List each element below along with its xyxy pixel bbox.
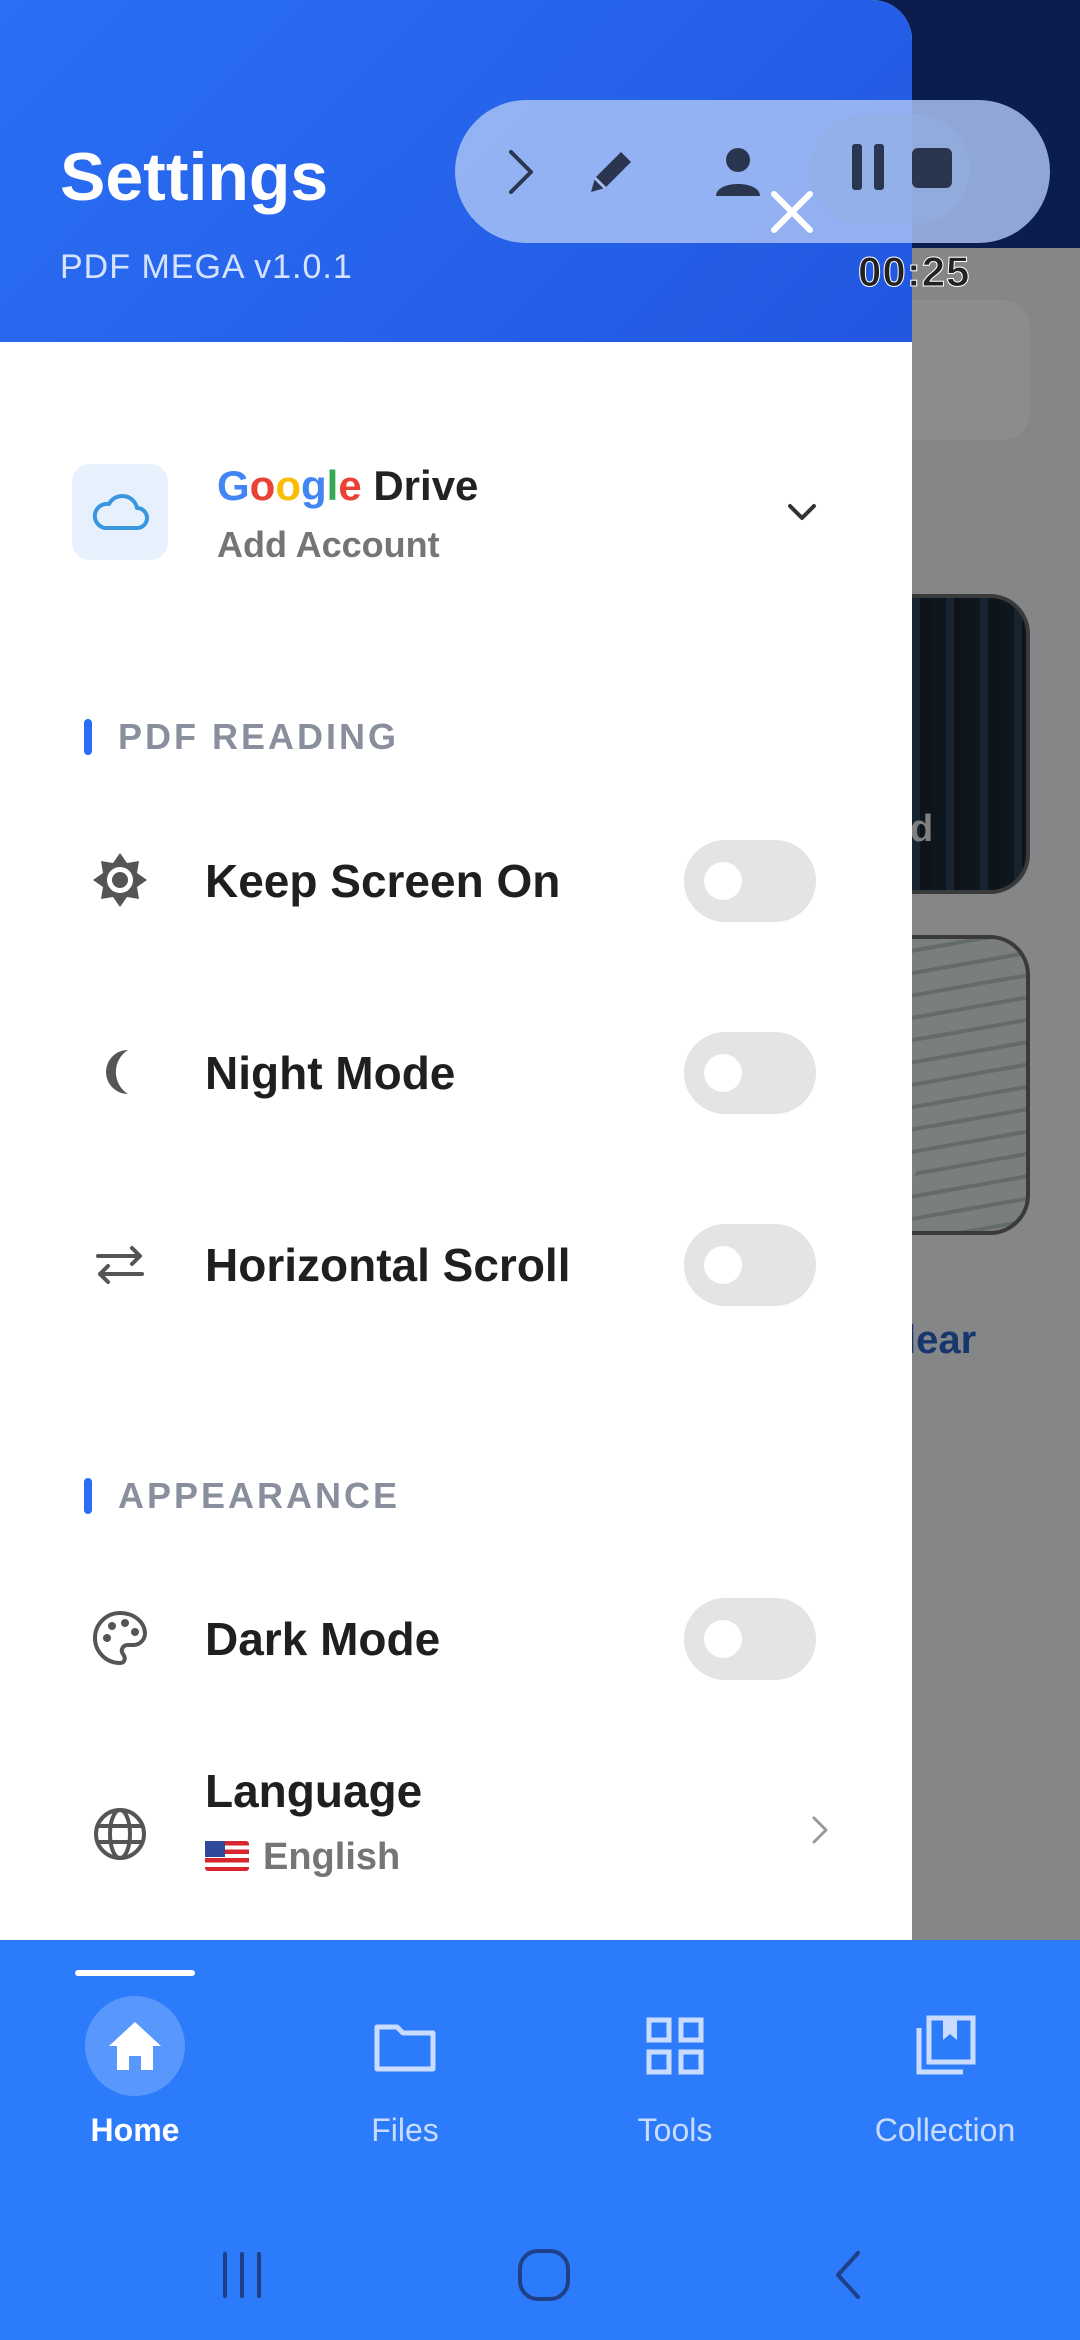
setting-horizontal-scroll[interactable]: Horizontal Scroll	[0, 1204, 912, 1324]
globe-icon	[90, 1804, 150, 1864]
moon-icon	[90, 1042, 150, 1102]
nav-label: Tools	[637, 2112, 713, 2148]
chevron-right-icon	[806, 1810, 836, 1850]
active-tab-indicator	[75, 1970, 195, 1976]
nav-tools[interactable]: Tools	[540, 1990, 810, 2160]
toggle-knob	[704, 1620, 742, 1658]
nav-label: Collection	[874, 2112, 1016, 2148]
section-accent-bar	[84, 719, 92, 755]
cloud-icon	[72, 464, 168, 560]
grid-icon	[625, 1996, 725, 2096]
setting-language[interactable]: Language	[0, 1764, 912, 1904]
setting-label: Keep Screen On	[205, 855, 561, 907]
back-button[interactable]	[808, 2240, 888, 2310]
bookmark-collection-icon	[895, 1996, 995, 2096]
swap-horizontal-icon	[90, 1234, 150, 1294]
chevron-right-icon[interactable]	[485, 136, 557, 208]
night-mode-toggle[interactable]	[684, 1032, 816, 1114]
setting-label: Language	[205, 1765, 423, 1817]
close-icon[interactable]	[762, 182, 822, 242]
nav-home[interactable]: Home	[0, 1990, 270, 2160]
home-icon	[85, 1996, 185, 2096]
stop-icon[interactable]	[910, 146, 954, 195]
section-accent-bar	[84, 1478, 92, 1514]
setting-label: Horizontal Scroll	[205, 1239, 571, 1291]
nav-collection[interactable]: Collection	[810, 1990, 1080, 2160]
toggle-knob	[704, 862, 742, 900]
recording-controls	[810, 114, 970, 224]
add-account-label: Add Account	[217, 524, 440, 565]
folder-icon	[355, 1996, 455, 2096]
google-drive-account[interactable]: Google Drive Add Account	[72, 462, 852, 572]
section-title-appearance: APPEARANCE	[118, 1475, 401, 1516]
setting-label: Dark Mode	[205, 1613, 441, 1665]
app-version: PDF MEGA v1.0.1	[60, 248, 353, 286]
section-title-pdf-reading: PDF READING	[118, 716, 400, 757]
pause-icon[interactable]	[848, 142, 888, 197]
nav-label: Files	[371, 2112, 439, 2148]
chevron-down-icon[interactable]	[782, 492, 822, 532]
settings-drawer: Settings PDF MEGA v1.0.1 Google Drive Ad…	[0, 0, 912, 1940]
setting-dark-mode[interactable]: Dark Mode	[0, 1578, 912, 1698]
pencil-icon[interactable]	[575, 136, 647, 208]
google-drive-title: Google Drive	[217, 462, 479, 509]
setting-label: Night Mode	[205, 1047, 456, 1099]
home-button[interactable]	[504, 2240, 584, 2310]
setting-keep-screen-on[interactable]: Keep Screen On	[0, 820, 912, 940]
setting-night-mode[interactable]: Night Mode	[0, 1012, 912, 1132]
keep-screen-on-toggle[interactable]	[684, 840, 816, 922]
recording-timer: 00:25	[857, 248, 971, 296]
us-flag-icon	[205, 1841, 249, 1871]
nav-label: Home	[90, 2112, 180, 2148]
toggle-knob	[704, 1054, 742, 1092]
dark-mode-toggle[interactable]	[684, 1598, 816, 1680]
nav-files[interactable]: Files	[270, 1990, 540, 2160]
recent-apps-button[interactable]	[202, 2240, 282, 2310]
toggle-knob	[704, 1246, 742, 1284]
drawer-title: Settings	[60, 139, 329, 215]
horizontal-scroll-toggle[interactable]	[684, 1224, 816, 1306]
language-value: English	[205, 1836, 400, 1879]
palette-icon	[90, 1608, 150, 1668]
brightness-icon	[90, 850, 150, 910]
